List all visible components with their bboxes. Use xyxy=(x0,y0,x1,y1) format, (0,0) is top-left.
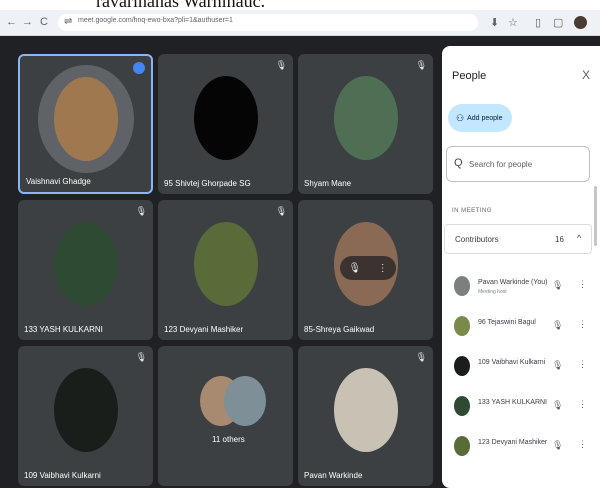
others-avatar xyxy=(224,376,266,426)
close-icon[interactable]: X xyxy=(582,68,590,82)
person-add-icon: ⚇ xyxy=(456,112,465,123)
participant-tile[interactable]: 🎙 Shyam Mane xyxy=(298,54,433,194)
participant-name: 109 Vaibhavi Kulkarni xyxy=(24,471,101,480)
participant-name: 123 Devyani Mashiker xyxy=(164,325,244,334)
add-people-button[interactable]: ⚇ Add people xyxy=(448,104,512,132)
panel-title: People xyxy=(452,70,487,82)
browser-toolbar: ← → C ⇌ meet.google.com/hnq-ewo-bxa?pli=… xyxy=(0,10,600,36)
others-count: 11 others xyxy=(212,435,245,444)
mic-off-icon: 🎙 xyxy=(135,206,147,216)
extensions-icon[interactable]: ▢ xyxy=(553,16,563,29)
participant-avatar xyxy=(193,76,258,161)
tile-hover-controls[interactable]: 🎙 ⋮ xyxy=(340,256,396,280)
participant-name: Pavan Warkinde xyxy=(304,471,363,480)
people-panel: People X ⚇ Add people Q Search for peopl… xyxy=(442,46,600,488)
document-caption: ravarinanas Warninauc. xyxy=(0,0,600,10)
participant-avatar xyxy=(53,368,118,453)
more-options-icon[interactable]: ⋮ xyxy=(378,263,388,274)
more-options-icon[interactable]: ⋮ xyxy=(578,399,587,410)
participant-tile[interactable]: 🎙 133 YASH KULKARNI xyxy=(18,200,153,340)
mic-off-icon[interactable]: 🎙 xyxy=(552,440,563,451)
search-placeholder: Search for people xyxy=(469,160,533,169)
mic-off-icon[interactable]: 🎙 xyxy=(552,400,563,411)
participant-tile[interactable]: 🎙 109 Vaibhavi Kulkarni xyxy=(18,346,153,486)
panel-scrollbar[interactable] xyxy=(594,186,597,246)
participant-avatar xyxy=(454,276,470,296)
participant-name: 123 Devyani Mashiker xyxy=(478,439,548,446)
participant-tile[interactable]: Vaishnavi Ghadge xyxy=(18,54,153,194)
participant-avatar xyxy=(333,76,398,161)
tab-search-icon[interactable]: ▯ xyxy=(535,16,541,29)
participant-avatar xyxy=(454,316,470,336)
profile-avatar-icon[interactable] xyxy=(574,16,587,29)
speaking-indicator-icon xyxy=(133,62,145,74)
participant-name: 133 YASH KULKARNI xyxy=(24,325,103,334)
participant-name: 85-Shreya Gaikwad xyxy=(304,325,375,334)
participant-list-item[interactable]: 96 Tejaswini Bagul 🎙 ⋮ xyxy=(442,308,600,348)
url-text[interactable]: meet.google.com/hnq-ewo-bxa?pli=1&authus… xyxy=(78,17,233,24)
search-people-input[interactable]: Q Search for people xyxy=(446,146,590,182)
add-people-label: Add people xyxy=(467,114,503,122)
participant-name: 133 YASH KULKARNI xyxy=(478,399,547,406)
bookmark-star-icon[interactable]: ☆ xyxy=(508,16,518,29)
reload-icon[interactable]: C xyxy=(40,16,48,28)
contributors-group[interactable]: Contributors 16 ^ xyxy=(444,224,592,254)
participant-list-item[interactable]: 133 YASH KULKARNI 🎙 ⋮ xyxy=(442,388,600,428)
more-options-icon[interactable]: ⋮ xyxy=(578,439,587,450)
participant-avatar xyxy=(454,356,470,376)
mic-off-icon[interactable]: 🎙 xyxy=(552,280,563,291)
participant-list-item[interactable]: Pavan Warkinde (You) Meeting host 🎙 ⋮ xyxy=(442,268,600,308)
mic-off-icon[interactable]: 🎙 xyxy=(552,360,563,371)
participant-name: 96 Tejaswini Bagul xyxy=(478,319,536,326)
mic-off-icon: 🎙 xyxy=(275,60,287,70)
participant-avatar xyxy=(454,436,470,456)
download-icon[interactable]: ⬇ xyxy=(490,16,499,29)
contributors-label: Contributors xyxy=(455,235,499,244)
participant-list-item[interactable]: 123 Devyani Mashiker 🎙 ⋮ xyxy=(442,428,600,468)
address-bar[interactable]: ⇌ meet.google.com/hnq-ewo-bxa?pli=1&auth… xyxy=(58,14,478,31)
participant-name: 109 Vaibhavi Kulkarni xyxy=(478,359,546,366)
participant-avatar xyxy=(53,76,118,161)
mic-off-icon: 🎙 xyxy=(135,352,147,362)
others-tile[interactable]: 11 others xyxy=(158,346,293,486)
participant-name: Pavan Warkinde (You) xyxy=(478,279,548,286)
mic-icon[interactable]: 🎙 xyxy=(348,263,361,274)
participant-tile[interactable]: 🎙 123 Devyani Mashiker xyxy=(158,200,293,340)
participant-avatar xyxy=(53,222,118,307)
meeting-stage: Vaishnavi Ghadge 🎙 95 Shivtej Ghorpade S… xyxy=(0,36,600,488)
caption-text: ravarinanas Warninauc. xyxy=(96,0,266,10)
site-info-icon[interactable]: ⇌ xyxy=(64,16,72,27)
section-label: IN MEETING xyxy=(452,208,493,214)
mic-off-icon: 🎙 xyxy=(415,352,427,362)
contributors-count: 16 xyxy=(555,235,564,244)
participant-tile[interactable]: 🎙 Pavan Warkinde xyxy=(298,346,433,486)
search-icon: Q xyxy=(454,157,463,169)
participant-avatar xyxy=(454,396,470,416)
participant-role: Meeting host xyxy=(478,289,507,295)
more-options-icon[interactable]: ⋮ xyxy=(578,319,587,330)
more-options-icon[interactable]: ⋮ xyxy=(578,359,587,370)
mic-off-icon: 🎙 xyxy=(415,60,427,70)
participant-name: 95 Shivtej Ghorpade SG xyxy=(164,179,251,188)
participant-avatar xyxy=(193,222,258,307)
forward-icon[interactable]: → xyxy=(22,16,33,28)
mic-off-icon[interactable]: 🎙 xyxy=(552,320,563,331)
more-options-icon[interactable]: ⋮ xyxy=(578,279,587,290)
chevron-up-icon[interactable]: ^ xyxy=(577,233,581,243)
mic-off-icon: 🎙 xyxy=(275,206,287,216)
participant-list-item[interactable]: 109 Vaibhavi Kulkarni 🎙 ⋮ xyxy=(442,348,600,388)
participant-tile[interactable]: 🎙 ⋮ 85-Shreya Gaikwad xyxy=(298,200,433,340)
participant-name: Shyam Mane xyxy=(304,179,352,188)
back-icon[interactable]: ← xyxy=(6,16,17,28)
participant-tile[interactable]: 🎙 95 Shivtej Ghorpade SG xyxy=(158,54,293,194)
participant-avatar xyxy=(333,368,398,453)
participant-name: Vaishnavi Ghadge xyxy=(26,177,91,186)
